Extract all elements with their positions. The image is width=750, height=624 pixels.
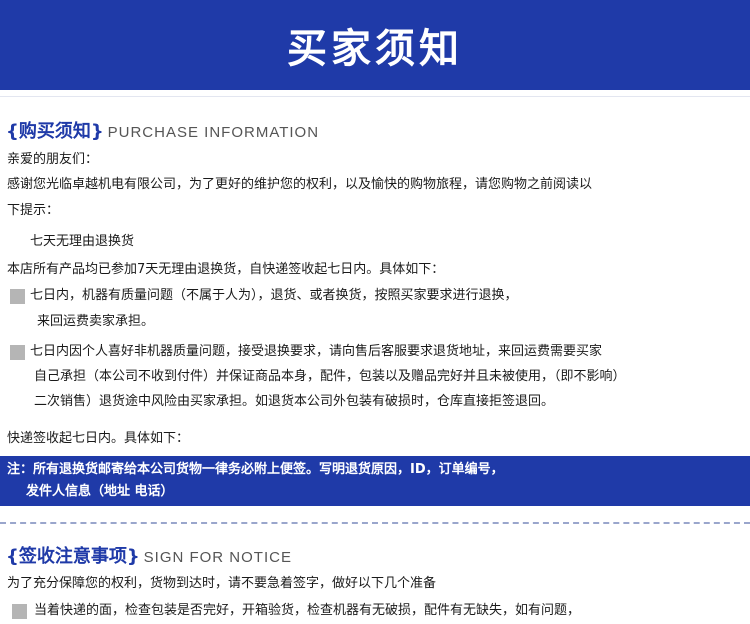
intro-text-line2: 下提示： bbox=[7, 203, 60, 218]
return-rule-1-line1: 七日内，机器有质量问题（不属于人为），退货、或者换货，按照买家要求进行退换， bbox=[30, 288, 518, 303]
bullet-marker bbox=[12, 604, 27, 619]
closing-text: 快递签收起七日内。具体如下： bbox=[7, 431, 190, 446]
return-rule-1-line2: 来回运费卖家承担。 bbox=[37, 314, 155, 329]
sign-title-en: SIGN FOR NOTICE bbox=[143, 549, 292, 566]
sign-title-cn: {签收注意事项} bbox=[6, 546, 140, 567]
purchase-title-en: PURCHASE INFORMATION bbox=[107, 124, 320, 141]
policy-heading: 七天无理由退换货 bbox=[30, 234, 135, 249]
page-title: 买家须知 bbox=[287, 26, 463, 72]
return-rule-2-line3: 二次销售）退货途中风险由买家承担。如退货本公司外包装有破损时，仓库直接拒签退回。 bbox=[34, 394, 555, 409]
purchase-section-header: {购买须知} PURCHASE INFORMATION bbox=[6, 117, 320, 142]
policy-description: 本店所有产品均已参加7天无理由退换货，自快递签收起七日内。具体如下： bbox=[7, 262, 445, 277]
greeting-text: 亲爱的朋友们： bbox=[7, 152, 99, 167]
sign-rule-1: 当着快递的面，检查包装是否完好，开箱验货，检查机器有无破损，配件有无缺失，如有问… bbox=[34, 603, 581, 618]
intro-text-line1: 感谢您光临卓越机电有限公司，为了更好的维护您的权利，以及愉快的购物旅程，请您购物… bbox=[7, 177, 593, 192]
bullet-marker bbox=[10, 289, 25, 304]
note-text-line1: 注：所有退换货邮寄给本公司货物一律务必附上便签。写明退货原因，ID，订单编号， bbox=[7, 462, 504, 477]
purchase-title-cn: {购买须知} bbox=[6, 121, 104, 142]
sign-intro-text: 为了充分保障您的权利，货物到达时，请不要急着签字，做好以下几个准备 bbox=[7, 576, 437, 591]
note-text-line2: 发件人信息（地址 电话） bbox=[26, 484, 174, 499]
return-rule-2-line2: 自己承担（本公司不收到付件）并保证商品本身，配件，包装以及赠品完好并且未被使用，… bbox=[34, 369, 626, 384]
section-divider bbox=[0, 522, 750, 524]
return-rule-2-line1: 七日内因个人喜好非机器质量问题，接受退换要求，请向售后客服要求退货地址，来回运费… bbox=[30, 344, 603, 359]
bullet-marker bbox=[10, 345, 25, 360]
header-divider bbox=[0, 96, 750, 97]
sign-section-header: {签收注意事项} SIGN FOR NOTICE bbox=[6, 542, 292, 567]
note-banner: 注：所有退换货邮寄给本公司货物一律务必附上便签。写明退货原因，ID，订单编号， … bbox=[0, 456, 750, 506]
header-banner: 买家须知 bbox=[0, 0, 750, 90]
